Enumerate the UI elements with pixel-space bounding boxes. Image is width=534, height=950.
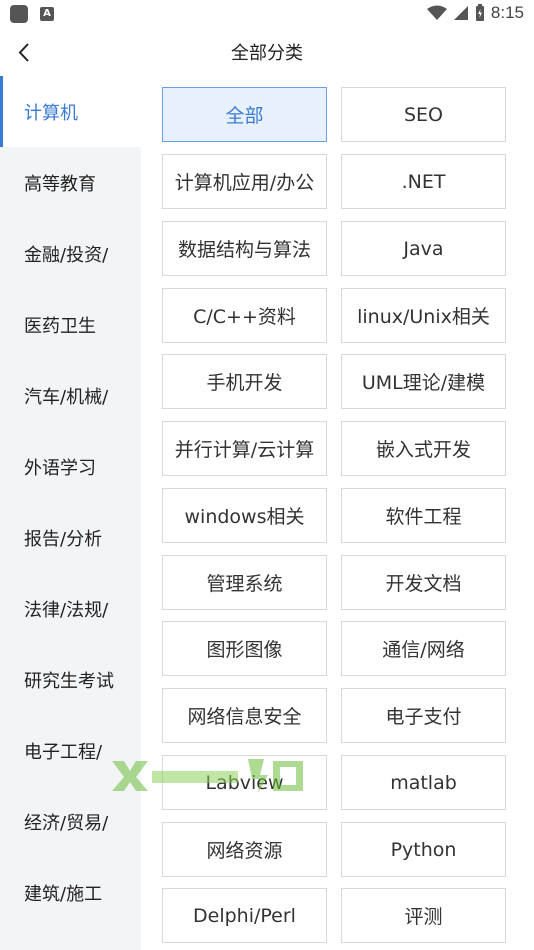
category-office[interactable]: 计算机应用/办公 [162,154,327,209]
sidebar-item-foreign-language[interactable]: 外语学习 [0,431,141,502]
sidebar-item-finance[interactable]: 金融/投资/ [0,218,141,289]
sidebar-item-automotive[interactable]: 汽车/机械/ [0,360,141,431]
category-mobile[interactable]: 手机开发 [162,354,327,409]
category-sidebar: 计算机 高等教育 金融/投资/ 医药卫生 汽车/机械/ 外语学习 报告/分析 法… [0,76,141,950]
status-bar: A 8:15 [0,0,534,28]
category-seo[interactable]: SEO [341,87,506,142]
sidebar-item-law[interactable]: 法律/法规/ [0,573,141,644]
app-header: 全部分类 [0,28,534,76]
sidebar-item-electronics[interactable]: 电子工程/ [0,715,141,786]
category-windows[interactable]: windows相关 [162,488,327,543]
sidebar-item-architecture[interactable]: 建筑/施工 [0,857,141,928]
category-matlab[interactable]: matlab [341,755,506,810]
category-python[interactable]: Python [341,822,506,877]
wifi-icon [426,5,447,20]
category-delphi-perl[interactable]: Delphi/Perl [162,888,327,943]
notification-icon [10,5,28,23]
sidebar-item-graduate-exam[interactable]: 研究生考试 [0,644,141,715]
app-notification-icon: A [40,7,54,21]
category-payment[interactable]: 电子支付 [341,688,506,743]
category-labview[interactable]: Labview [162,755,327,810]
category-linux[interactable]: linux/Unix相关 [341,288,506,343]
page-title: 全部分类 [231,43,303,64]
category-graphics[interactable]: 图形图像 [162,621,327,676]
status-left: A [10,5,54,23]
category-dev-docs[interactable]: 开发文档 [341,555,506,610]
clock: 8:15 [490,3,524,22]
category-network-resources[interactable]: 网络资源 [162,822,327,877]
sidebar-item-reports[interactable]: 报告/分析 [0,502,141,573]
category-review[interactable]: 评测 [341,888,506,943]
category-cpp[interactable]: C/C++资料 [162,288,327,343]
category-software-engineering[interactable]: 软件工程 [341,488,506,543]
category-java[interactable]: Java [341,221,506,276]
category-security[interactable]: 网络信息安全 [162,688,327,743]
signal-icon [453,6,468,20]
category-uml[interactable]: UML理论/建模 [341,354,506,409]
sidebar-item-economy[interactable]: 经济/贸易/ [0,786,141,857]
category-embedded[interactable]: 嵌入式开发 [341,421,506,476]
category-network[interactable]: 通信/网络 [341,621,506,676]
status-right: 8:15 [426,3,524,23]
category-management[interactable]: 管理系统 [162,555,327,610]
category-dotnet[interactable]: .NET [341,154,506,209]
category-algorithms[interactable]: 数据结构与算法 [162,221,327,276]
sidebar-item-computer[interactable]: 计算机 [0,76,141,147]
category-all[interactable]: 全部 [162,87,327,142]
sidebar-item-medicine[interactable]: 医药卫生 [0,289,141,360]
sidebar-item-higher-education[interactable]: 高等教育 [0,147,141,218]
category-cloud[interactable]: 并行计算/云计算 [162,421,327,476]
battery-icon [475,4,484,21]
